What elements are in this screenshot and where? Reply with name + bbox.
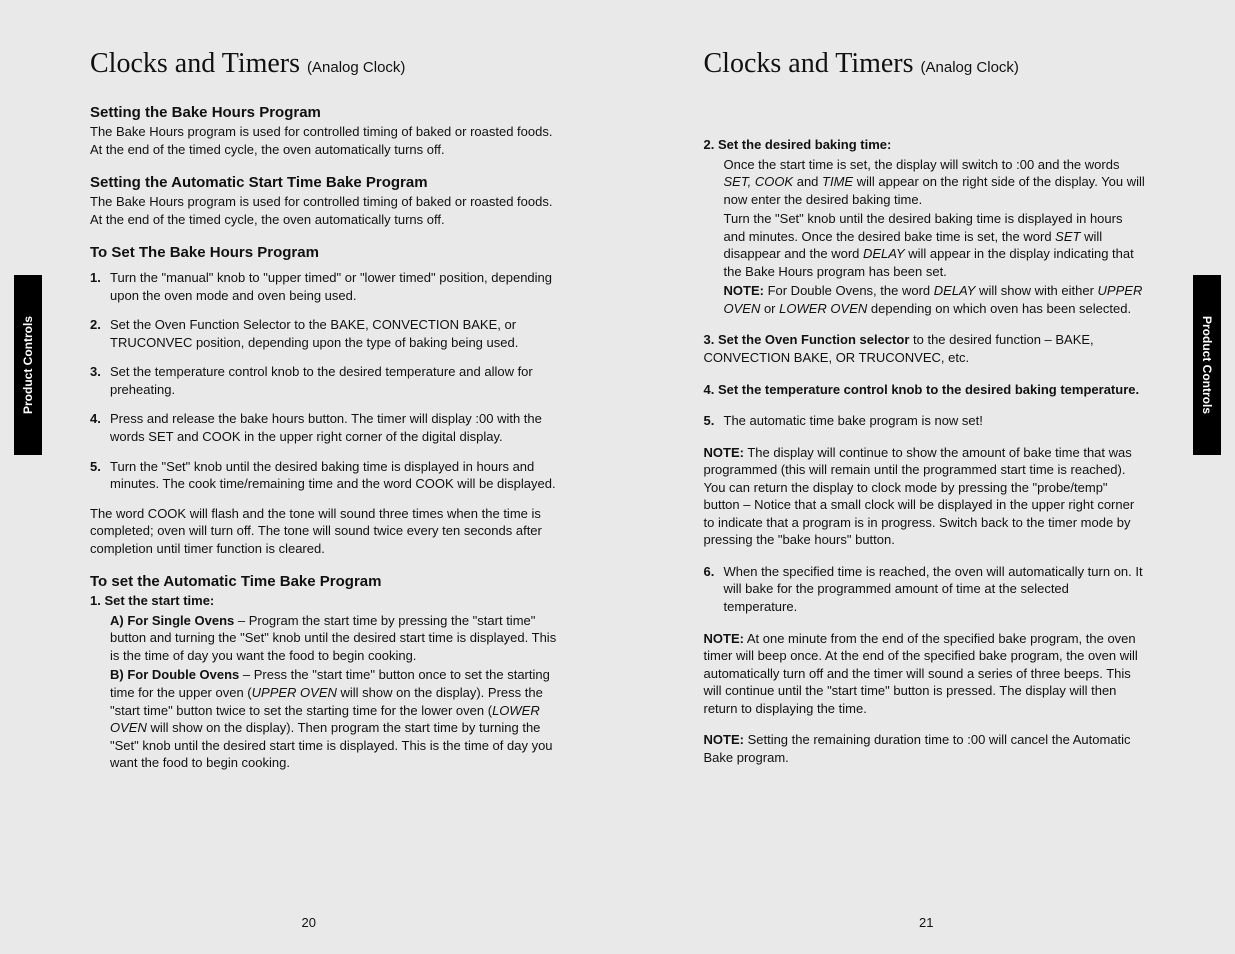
para: The Bake Hours program is used for contr… [90,193,562,228]
list-item: 3.Set the temperature control knob to th… [90,363,562,398]
heading-auto-start: Setting the Automatic Start Time Bake Pr… [90,174,562,191]
step-1b: B) For Double Ovens – Press the "start t… [90,666,562,771]
list-item: 2.Set the Oven Function Selector to the … [90,316,562,351]
page-number: 20 [0,915,618,930]
note-1: NOTE: The display will continue to show … [704,444,1146,549]
step-2-note: NOTE: For Double Ovens, the word DELAY w… [704,282,1146,317]
page-number: 21 [618,915,1235,930]
list-item: 5.Turn the "Set" knob until the desired … [90,458,562,493]
heading-auto-time-bake: To set the Automatic Time Bake Program [90,573,562,590]
heading-to-set-bake: To Set The Bake Hours Program [90,244,562,261]
step-2-lead: 2. Set the desired baking time: [704,136,1146,154]
page-title-right: Clocks and Timers (Analog Clock) [704,48,1146,80]
step-5: 5.The automatic time bake program is now… [704,412,1146,430]
step-2-body: Once the start time is set, the display … [704,156,1146,209]
step-2-body2: Turn the "Set" knob until the desired ba… [704,210,1146,280]
title-sub: (Analog Clock) [307,59,405,76]
note-2: NOTE: At one minute from the end of the … [704,630,1146,718]
step-4: 4. Set the temperature control knob to t… [704,381,1146,399]
step-3: 3. Set the Oven Function selector to the… [704,331,1146,366]
step-1a: A) For Single Ovens – Program the start … [90,612,562,665]
para: The word COOK will flash and the tone wi… [90,505,562,558]
page-20: Product Controls Clocks and Timers (Anal… [0,0,618,954]
step-1-lead: 1. Set the start time: [90,592,562,610]
page-title-left: Clocks and Timers (Analog Clock) [90,48,562,80]
steps-list: 1.Turn the "manual" knob to "upper timed… [90,269,562,492]
title-main: Clocks and Timers [704,48,914,79]
section-tab-right: Product Controls [1193,275,1221,455]
page-21: Product Controls Clocks and Timers (Anal… [618,0,1235,954]
title-sub: (Analog Clock) [921,59,1019,76]
heading-bake-hours: Setting the Bake Hours Program [90,104,562,121]
step-6: 6.When the specified time is reached, th… [704,563,1146,616]
list-item: 4.Press and release the bake hours butto… [90,410,562,445]
section-tab-left: Product Controls [14,275,42,455]
note-3: NOTE: Setting the remaining duration tim… [704,731,1146,766]
title-main: Clocks and Timers [90,48,300,79]
para: The Bake Hours program is used for contr… [90,123,562,158]
list-item: 1.Turn the "manual" knob to "upper timed… [90,269,562,304]
